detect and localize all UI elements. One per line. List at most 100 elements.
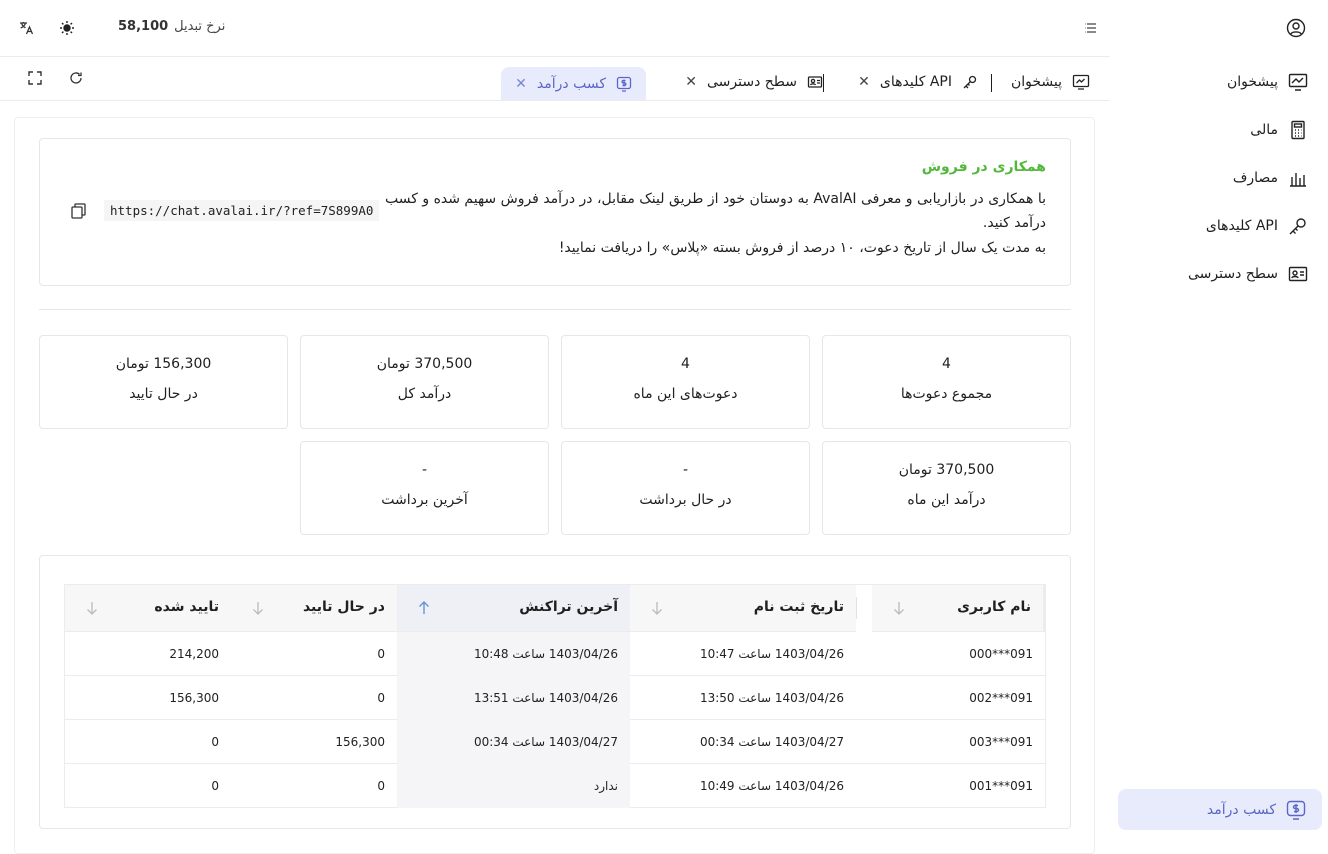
cell-pending: 0 [377,691,385,705]
sort-down-icon[interactable] [251,600,265,616]
cell-username: 091***002 [969,691,1033,705]
affiliate-description: با همکاری در بازاریابی و معرفی AvalAI به… [385,191,1046,231]
stat-card: 156,300 تومان در حال تایید [39,335,288,429]
tab-label: کلیدهای API [879,74,952,90]
cell-signup-date: 1403/04/26 ساعت 13:50 [699,691,844,705]
exchange-rate-label: نرخ تبدیل [174,19,226,34]
top-header: نرخ تبدیل 58,100 [0,0,1110,57]
column-header-label: در حال تایید [302,599,385,615]
close-icon[interactable]: ✕ [515,76,527,92]
refresh-icon[interactable] [67,69,85,87]
sidebar-item-earn-income[interactable]: کسب درآمد [1118,789,1322,830]
stat-value: 370,500 تومان [376,356,473,372]
column-header-label: نام کاربری [957,599,1031,615]
cell-approved: 214,200 [169,647,219,661]
sidebar-item-dashboard[interactable]: پیشخوان [1227,72,1308,92]
stat-label: در حال برداشت [639,492,732,508]
sidebar-item-label: کسب درآمد [1206,801,1276,818]
column-header-signup-date[interactable]: تاریخ ثبت نام [630,585,856,632]
sidebar-item-finance[interactable]: مالی [1250,120,1308,140]
access-icon [1288,266,1308,282]
tab-label: کسب درآمد [536,75,606,92]
column-header-username[interactable]: نام کاربری [872,585,1045,632]
dashboard-icon [1072,74,1090,90]
sidebar-item-label: مالی [1250,122,1278,138]
tab-divider [823,74,824,92]
cell-signup-date: 1403/04/26 ساعت 10:47 [699,647,844,661]
menu-icon[interactable] [1082,19,1100,37]
stat-label: در حال تایید [129,386,198,402]
close-icon[interactable]: ✕ [858,74,870,90]
sidebar-item-access-level[interactable]: سطح دسترسی [1188,264,1308,284]
cell-approved: 0 [211,735,219,749]
tab-label: پیشخوان [1010,74,1062,90]
exchange-rate: نرخ تبدیل 58,100 [118,19,225,34]
stat-label: درآمد این ماه [907,492,986,508]
tab-label: سطح دسترسی [706,74,797,90]
stat-value: 4 [942,356,951,372]
tab-api-keys[interactable]: کلیدهای API ✕ [858,67,978,97]
key-icon [963,75,977,89]
stat-card: 4 مجموع دعوت‌ها [822,335,1071,429]
fullscreen-icon[interactable] [26,69,44,87]
affiliate-description-2: به مدت یک سال از تاریخ دعوت، ۱۰ درصد از … [558,240,1046,256]
dollar-icon [1286,800,1306,820]
main-content: همکاری در فروش با همکاری در بازاریابی و … [14,117,1095,854]
sort-up-icon[interactable] [417,600,431,616]
close-icon[interactable]: ✕ [685,74,697,90]
referrals-table-card: نام کاربری تاریخ ثبت نام آخرین تراکنش در… [39,555,1071,829]
cell-pending: 0 [377,647,385,661]
stat-label: دعوت‌های این ماه [633,386,738,402]
stat-card: 4 دعوت‌های این ماه [561,335,810,429]
tab-divider [991,74,992,92]
sidebar-item-label: سطح دسترسی [1187,266,1278,282]
table-row: 091***002 1403/04/26 ساعت 13:50 1403/04/… [65,676,1045,720]
sort-down-icon[interactable] [85,600,99,616]
affiliate-card: همکاری در فروش با همکاری در بازاریابی و … [39,138,1071,286]
tab-access-level[interactable]: سطح دسترسی ✕ [685,67,823,97]
cell-username: 091***000 [969,647,1033,661]
cell-username: 091***003 [969,735,1033,749]
key-icon [1289,218,1306,235]
cell-last-transaction: 1403/04/26 ساعت 10:48 [397,632,630,676]
affiliate-title: همکاری در فروش [921,159,1046,175]
divider [39,309,1071,310]
user-icon[interactable] [1286,18,1306,38]
tab-dashboard[interactable]: پیشخوان [1011,67,1090,97]
cell-last-transaction: 1403/04/26 ساعت 13:51 [397,676,630,720]
sidebar-item-usage[interactable]: مصارف [1233,168,1308,188]
exchange-rate-value: 58,100 [118,19,169,34]
calculator-icon [1291,120,1305,140]
sort-down-icon[interactable] [650,600,664,616]
stat-card: - آخرین برداشت [300,441,549,535]
copy-icon[interactable] [70,202,88,220]
referrals-table: نام کاربری تاریخ ثبت نام آخرین تراکنش در… [64,584,1046,808]
dollar-icon [616,76,632,92]
stat-value: 370,500 تومان [898,462,995,478]
cell-approved: 0 [211,779,219,793]
column-header-last-transaction[interactable]: آخرین تراکنش [397,585,630,632]
stat-label: مجموع دعوت‌ها [900,386,993,402]
sidebar-item-label: مصارف [1232,170,1278,186]
stat-value: 156,300 تومان [115,356,212,372]
stat-value: - [421,462,428,478]
table-row: 091***003 1403/04/27 ساعت 00:34 1403/04/… [65,720,1045,764]
column-header-pending[interactable]: در حال تایید [231,585,397,632]
cell-signup-date: 1403/04/26 ساعت 10:49 [699,779,844,793]
table-row: 091***001 1403/04/26 ساعت 10:49 ندارد 0 … [65,764,1045,808]
column-header-label: تاریخ ثبت نام [753,599,844,615]
stat-card: 370,500 تومان درآمد کل [300,335,549,429]
column-header-approved[interactable]: تایید شده [65,585,231,632]
cell-approved: 156,300 [169,691,219,705]
sidebar-item-label: کلیدهای API [1205,218,1278,234]
referral-link[interactable]: https://chat.avalai.ir/?ref=7S899A0 [104,200,380,221]
sidebar-item-api-keys[interactable]: کلیدهای API [1206,216,1308,236]
sun-icon[interactable] [58,19,76,37]
tab-earn-income[interactable]: کسب درآمد ✕ [501,67,646,100]
translate-icon[interactable] [17,19,35,37]
stat-value: 4 [681,356,690,372]
chart-icon [1290,173,1306,187]
dashboard-icon [1288,73,1308,91]
sort-down-icon[interactable] [892,600,906,616]
stat-value: - [682,462,689,478]
